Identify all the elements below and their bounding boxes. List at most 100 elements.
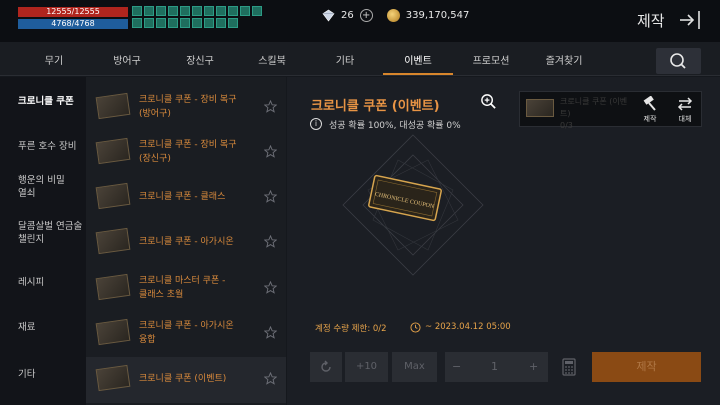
item-name: 크로니클 쿠폰 - 장비 복구 (장신구) xyxy=(139,140,237,164)
list-item[interactable]: 크로니클 쿠폰 - 아가시온 융합 xyxy=(86,311,286,357)
tab-etc[interactable]: 기타 xyxy=(310,52,380,67)
list-item-selected[interactable]: 크로니클 쿠폰 (이벤트) xyxy=(86,357,286,403)
plus-ten-button[interactable]: +10 xyxy=(345,352,388,382)
material-thumbnail[interactable] xyxy=(526,99,554,117)
buff-icon[interactable] xyxy=(156,6,166,16)
subcategory-etc[interactable]: 기타 xyxy=(18,368,84,381)
coupon-thumbnail xyxy=(95,364,131,392)
buff-icon[interactable] xyxy=(180,18,190,28)
buff-icon[interactable] xyxy=(216,6,226,16)
buff-icon[interactable] xyxy=(156,18,166,28)
reset-button[interactable] xyxy=(310,352,342,382)
account-limit: 계정 수량 제한: 0/2 xyxy=(315,324,387,334)
list-item[interactable]: 크로니클 쿠폰 - 장비 복구 (장신구) xyxy=(86,130,286,176)
plus-button[interactable]: + xyxy=(529,352,538,382)
replace-action-button[interactable]: 대체 xyxy=(670,96,700,124)
star-icon[interactable] xyxy=(264,145,277,158)
minus-button[interactable]: − xyxy=(452,352,461,382)
page-title: 제작 xyxy=(637,12,665,30)
list-item[interactable]: 크로니클 쿠폰 - 장비 복구 (방어구) xyxy=(86,85,286,131)
buff-icon[interactable] xyxy=(216,18,226,28)
coupon-thumbnail xyxy=(95,182,131,210)
add-diamond-button[interactable]: + xyxy=(359,9,373,22)
search-icon xyxy=(670,53,686,69)
coupon-thumbnail xyxy=(95,137,131,165)
hp-bar: 12555/12555 xyxy=(18,7,128,17)
refresh-icon xyxy=(321,360,331,372)
tab-promotion[interactable]: 프로모션 xyxy=(456,52,526,67)
star-icon[interactable] xyxy=(264,100,277,113)
diamond-count: 26 xyxy=(341,10,354,21)
coupon-thumbnail xyxy=(95,318,131,346)
buff-icon[interactable] xyxy=(228,6,238,16)
list-item[interactable]: 크로니클 쿠폰 - 클래스 xyxy=(86,175,286,221)
tab-skillbook[interactable]: 스킬북 xyxy=(237,52,307,67)
buff-icon[interactable] xyxy=(180,6,190,16)
gold-count: 339,170,547 xyxy=(405,10,470,21)
star-icon[interactable] xyxy=(264,190,277,203)
subcategory-recipe[interactable]: 레시피 xyxy=(18,276,84,289)
quantity-stepper: − 1 + xyxy=(445,352,548,382)
list-item[interactable]: 크로니클 쿠폰 - 아가시온 xyxy=(86,220,286,266)
coupon-image: CHRONICLE COUPON xyxy=(368,174,442,222)
buff-icon[interactable] xyxy=(144,6,154,16)
buff-icon[interactable] xyxy=(132,18,142,28)
coupon-thumbnail xyxy=(95,273,131,301)
subcategory-blue-lake-gear[interactable]: 푸른 호수 장비 xyxy=(18,140,84,153)
buff-icons xyxy=(132,6,272,28)
subcategory-lucky-key[interactable]: 행운의 비밀 열쇠 xyxy=(18,174,84,200)
buff-icon[interactable] xyxy=(192,18,202,28)
craft-button[interactable]: 제작 xyxy=(592,352,701,382)
active-tab-indicator xyxy=(383,73,453,75)
star-icon[interactable] xyxy=(264,326,277,339)
tab-accessory[interactable]: 장신구 xyxy=(165,52,235,67)
tab-armor[interactable]: 방어구 xyxy=(92,52,162,67)
item-name: 크로니클 쿠폰 - 아가시온 융합 xyxy=(139,321,234,345)
recipe-list: 크로니클 쿠폰 - 장비 복구 (방어구) 크로니클 쿠폰 - 장비 복구 (장… xyxy=(86,77,286,405)
exit-icon[interactable] xyxy=(678,9,702,31)
expiry-date: ~ 2023.04.12 05:00 xyxy=(425,322,511,332)
swap-icon xyxy=(677,97,693,111)
star-icon[interactable] xyxy=(264,281,277,294)
buff-icon[interactable] xyxy=(204,18,214,28)
subcategory-material[interactable]: 재료 xyxy=(18,321,84,334)
item-title: 크로니클 쿠폰 (이벤트) xyxy=(311,99,440,114)
buff-icon[interactable] xyxy=(132,6,142,16)
tab-event[interactable]: 이벤트 xyxy=(383,52,453,67)
buff-icon[interactable] xyxy=(144,18,154,28)
subcategory-chronicle-coupon[interactable]: 크로니클 쿠폰 xyxy=(18,95,84,108)
quantity-value[interactable]: 1 xyxy=(491,352,498,382)
zoom-icon[interactable] xyxy=(480,93,497,110)
gold-coin-icon xyxy=(386,9,400,22)
replace-action-label: 대체 xyxy=(678,115,692,123)
craft-action-button[interactable]: 제작 xyxy=(635,96,665,124)
status-bars: 12555/12555 4768/4768 xyxy=(18,7,128,31)
search-button[interactable] xyxy=(656,48,701,74)
coupon-thumbnail xyxy=(95,227,131,255)
craft-action-label: 제작 xyxy=(643,115,657,123)
buff-icon[interactable] xyxy=(204,6,214,16)
item-name: 크로니클 쿠폰 - 클래스 xyxy=(139,192,226,202)
diamond-icon xyxy=(322,9,335,22)
item-name: 크로니클 쿠폰 - 장비 복구 (방어구) xyxy=(139,95,237,119)
buff-icon[interactable] xyxy=(192,6,202,16)
buff-icon[interactable] xyxy=(240,6,250,16)
mp-bar: 4768/4768 xyxy=(18,19,128,29)
star-icon[interactable] xyxy=(264,372,277,385)
calculator-icon[interactable] xyxy=(562,358,576,376)
list-item[interactable]: 크로니클 마스터 쿠폰 - 클래스 초월 xyxy=(86,266,286,312)
clock-icon xyxy=(410,322,421,333)
max-button[interactable]: Max xyxy=(392,352,437,382)
tab-weapon[interactable]: 무기 xyxy=(19,52,89,67)
item-name: 크로니클 마스터 쿠폰 - 클래스 초월 xyxy=(139,276,226,300)
buff-icon[interactable] xyxy=(168,6,178,16)
buff-icon[interactable] xyxy=(228,18,238,28)
coupon-thumbnail xyxy=(95,92,131,120)
buff-icon[interactable] xyxy=(252,6,262,16)
buff-icon[interactable] xyxy=(168,18,178,28)
star-icon[interactable] xyxy=(264,235,277,248)
material-label: 크로니클 쿠폰 (이벤트) 0/3 xyxy=(560,97,628,130)
tab-favorites[interactable]: 즐겨찾기 xyxy=(529,52,599,67)
item-name: 크로니클 쿠폰 - 아가시온 xyxy=(139,237,234,247)
subcategory-alchemy-challenge[interactable]: 달콤살벌 연금술 챌린지 xyxy=(18,220,84,246)
